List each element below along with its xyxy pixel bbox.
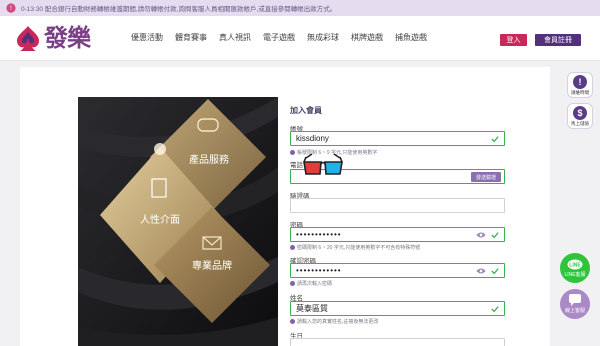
eye-icon[interactable] bbox=[476, 231, 486, 239]
password-hint: 密碼限制 6 ~ 20 字元,只能使用英數字不可含有特殊符號 bbox=[290, 244, 420, 251]
diamond-label-interface: 人性介面 bbox=[140, 215, 180, 226]
nav-item-fishing[interactable]: 捕魚遊戲 bbox=[395, 32, 427, 43]
logo[interactable]: 發樂 bbox=[14, 23, 91, 52]
diamond-label-brand: 專業品牌 bbox=[192, 261, 232, 272]
site-header: 發樂 優惠活動 體育賽事 真人視訊 電子遊戲 無成彩球 棋牌遊戲 捕魚遊戲 登入… bbox=[0, 16, 600, 61]
svg-text:LINE: LINE bbox=[569, 262, 581, 268]
name-hint-text: 請輸入您的真實姓名,註冊後無法更改 bbox=[297, 319, 379, 325]
info-icon bbox=[290, 150, 295, 155]
nav-item-promotions[interactable]: 優惠活動 bbox=[131, 32, 163, 43]
info-icon bbox=[290, 245, 295, 250]
announcement-bar: ! 0-13:30 配合銀行自動財務轉帳維護期間,請勿轉帳付款,詢問客服人員相關… bbox=[0, 0, 600, 16]
info-icon bbox=[290, 319, 295, 324]
logo-text: 發樂 bbox=[44, 23, 91, 52]
online-label: 線上客服 bbox=[564, 308, 585, 314]
bell-icon: ! bbox=[6, 3, 16, 13]
chat-icon bbox=[569, 294, 581, 306]
account-value: kissdiony bbox=[296, 134, 329, 143]
line-support-button[interactable]: LINE LINE客服 bbox=[560, 253, 590, 283]
nav-item-cards[interactable]: 棋牌遊戲 bbox=[351, 32, 383, 43]
announcement-text: 0-13:30 配合銀行自動財務轉帳維護期間,請勿轉帳付款,詢問客服人員相關匯款… bbox=[21, 6, 337, 13]
name-hint: 請輸入您的真實姓名,註冊後無法更改 bbox=[290, 318, 378, 325]
register-button[interactable]: 會員註冊 bbox=[535, 34, 581, 46]
logo-mark-icon bbox=[17, 26, 39, 51]
password-input[interactable]: •••••••••••• bbox=[290, 227, 505, 242]
name-input[interactable]: 莫泰區質 bbox=[290, 301, 505, 316]
info-icon bbox=[290, 281, 295, 286]
nav-item-live[interactable]: 真人視訊 bbox=[219, 32, 251, 43]
confirm-hint: 請再次輸入密碼 bbox=[290, 280, 332, 287]
confirm-password-input[interactable]: •••••••••••• bbox=[290, 263, 505, 278]
account-input[interactable]: kissdiony bbox=[290, 131, 505, 146]
password-value: •••••••••••• bbox=[296, 230, 342, 239]
name-value: 莫泰區質 bbox=[296, 304, 328, 313]
timeline-label: 請維時間 bbox=[571, 90, 589, 95]
feature-panel: 產品服務 人性介面 專業品牌 bbox=[78, 97, 278, 346]
nav-item-slots[interactable]: 電子遊戲 bbox=[263, 32, 295, 43]
check-icon bbox=[491, 232, 499, 239]
check-icon bbox=[491, 268, 499, 275]
timeline-button[interactable]: ! 請維時間 bbox=[567, 72, 593, 98]
check-icon bbox=[491, 306, 499, 313]
login-button[interactable]: 登入 bbox=[500, 34, 527, 46]
alert-icon: ! bbox=[573, 75, 587, 89]
deposit-button[interactable]: $ 馬上儲值 bbox=[567, 103, 593, 129]
nav-item-sports[interactable]: 體育賽事 bbox=[175, 32, 207, 43]
main-nav: 優惠活動 體育賽事 真人視訊 電子遊戲 無成彩球 棋牌遊戲 捕魚遊戲 bbox=[131, 32, 439, 43]
diamond-label-products: 產品服務 bbox=[189, 155, 229, 166]
confirm-hint-text: 請再次輸入密碼 bbox=[297, 281, 333, 287]
form-title: 加入會員 bbox=[290, 106, 322, 115]
dollar-icon: $ bbox=[573, 106, 587, 120]
nav-item-lottery[interactable]: 無成彩球 bbox=[307, 32, 339, 43]
password-hint-text: 密碼限制 6 ~ 20 字元,只能使用英數字不可含有特殊符號 bbox=[297, 245, 421, 251]
svg-text:!: ! bbox=[10, 5, 12, 12]
send-code-button[interactable]: 發送驗證 bbox=[471, 172, 501, 182]
online-support-button[interactable]: 線上客服 bbox=[560, 289, 590, 319]
birthday-input[interactable] bbox=[290, 338, 505, 346]
confirm-value: •••••••••••• bbox=[296, 266, 342, 275]
line-label: LINE客服 bbox=[564, 271, 586, 278]
deposit-label: 馬上儲值 bbox=[571, 121, 589, 126]
check-icon bbox=[491, 136, 499, 143]
code-input[interactable] bbox=[290, 198, 505, 213]
3d-glasses-icon bbox=[303, 153, 343, 175]
eye-icon[interactable] bbox=[476, 267, 486, 275]
line-icon: LINE bbox=[567, 259, 583, 269]
